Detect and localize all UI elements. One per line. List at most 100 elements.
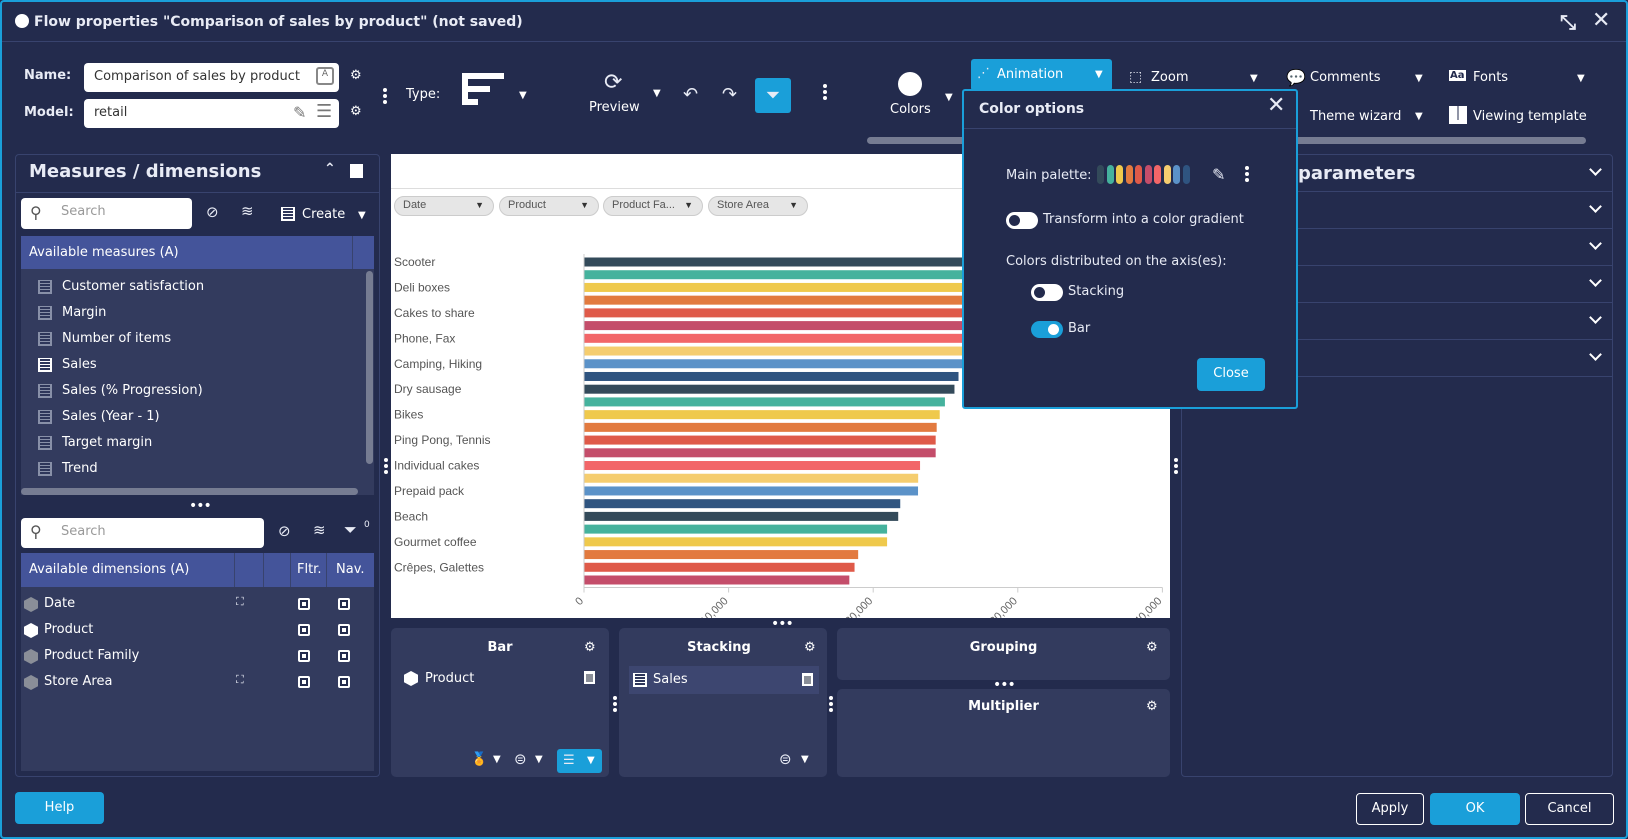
rank-dropdown-arrow[interactable]: ▼ <box>493 754 501 765</box>
bar[interactable] <box>584 435 936 445</box>
resize-handle[interactable] <box>829 696 833 714</box>
bar-zone-item[interactable]: Product <box>425 671 474 686</box>
bar-orientation-button[interactable]: ☰ ▼ <box>557 749 602 773</box>
measure-item[interactable]: Customer satisfaction <box>21 275 361 299</box>
hide-icon[interactable]: ⊘ <box>278 522 291 540</box>
help-button[interactable]: Help <box>15 792 104 824</box>
animation-dropdown-arrow[interactable]: ▼ <box>1095 69 1103 80</box>
resize-handle[interactable]: ••• <box>993 678 1016 692</box>
collapse-panel-icon[interactable] <box>350 164 363 178</box>
preview-refresh-icon[interactable]: ⟳ <box>604 70 622 95</box>
apply-button[interactable]: Apply <box>1356 793 1424 825</box>
sort-dropdown-arrow[interactable]: ▼ <box>535 754 543 765</box>
sort-dropdown-arrow[interactable]: ▼ <box>801 754 809 765</box>
bar-chart-type-icon[interactable] <box>462 73 504 105</box>
bar[interactable] <box>584 308 992 318</box>
comments-dropdown-arrow[interactable]: ▼ <box>1415 73 1423 84</box>
bar[interactable] <box>584 511 899 521</box>
dimension-item[interactable]: Store Area ⛶ <box>21 670 374 694</box>
dimension-item[interactable]: Date ⛶ <box>21 592 374 616</box>
filter-checkbox[interactable] <box>298 650 310 662</box>
hide-icon[interactable]: ⊘ <box>206 203 219 221</box>
bar[interactable] <box>584 550 859 560</box>
bar[interactable] <box>584 282 1011 292</box>
animation-button[interactable]: ⋰ Animation ▼ <box>971 59 1112 91</box>
type-dropdown-arrow[interactable]: ▼ <box>519 90 527 101</box>
measures-horizontal-scrollbar[interactable] <box>21 488 358 495</box>
minimize-icon[interactable]: ⤡ <box>1560 10 1576 34</box>
rank-icon[interactable]: 🏅 <box>471 752 487 767</box>
cancel-button[interactable]: Cancel <box>1525 793 1614 825</box>
layers-icon[interactable]: ≋ <box>313 521 326 539</box>
bar-zone-settings-icon[interactable]: ⚙ <box>584 640 596 655</box>
chevron-down-icon[interactable] <box>1589 163 1602 176</box>
resize-handle-bottom[interactable]: ••• <box>771 617 794 631</box>
measure-item[interactable]: Sales <box>21 353 361 377</box>
hierarchy-icon[interactable]: ⛶ <box>236 673 244 687</box>
resize-handle-right[interactable] <box>1174 458 1178 476</box>
fonts-button[interactable]: Fonts <box>1473 70 1508 85</box>
sort-icon[interactable]: ⊜ <box>514 750 527 768</box>
colors-dropdown-arrow[interactable]: ▼ <box>945 92 953 103</box>
resize-handle-left[interactable] <box>384 458 388 476</box>
create-dropdown-arrow[interactable]: ▼ <box>358 210 366 221</box>
popup-close-button[interactable]: Close <box>1197 358 1265 391</box>
zoom-dropdown-arrow[interactable]: ▼ <box>1250 73 1258 84</box>
measure-item[interactable]: Target margin <box>21 431 361 455</box>
bar[interactable] <box>584 461 921 471</box>
colors-icon[interactable] <box>898 72 922 96</box>
model-settings-icon[interactable]: ⚙ <box>350 104 362 119</box>
theme-wizard-button[interactable]: Theme wizard <box>1310 109 1401 124</box>
bar[interactable] <box>584 524 888 534</box>
close-window-icon[interactable]: ✕ <box>1592 8 1610 33</box>
bar[interactable] <box>584 575 850 585</box>
translate-icon[interactable]: A <box>316 67 334 85</box>
ok-button[interactable]: OK <box>1430 793 1520 825</box>
nav-checkbox[interactable] <box>338 650 350 662</box>
bar[interactable] <box>584 422 937 432</box>
viewing-template-button[interactable]: Viewing template <box>1473 109 1587 124</box>
bar[interactable] <box>584 384 955 394</box>
measure-item[interactable]: Sales (Year - 1) <box>21 405 361 429</box>
dimensions-search-input[interactable]: Search <box>21 518 264 548</box>
popup-close-icon[interactable]: ✕ <box>1267 93 1285 118</box>
name-input[interactable]: Comparison of sales by product <box>84 63 339 92</box>
chevron-down-icon[interactable] <box>1589 348 1602 361</box>
bar[interactable] <box>584 359 965 369</box>
delete-icon[interactable] <box>584 671 595 684</box>
fonts-dropdown-arrow[interactable]: ▼ <box>1577 73 1585 84</box>
theme-wizard-dropdown-arrow[interactable]: ▼ <box>1415 111 1423 122</box>
dimensions-header-label[interactable]: Available dimensions (A) <box>29 562 189 577</box>
model-list-icon[interactable]: ☰ <box>316 101 332 122</box>
bar[interactable] <box>584 333 975 343</box>
bar[interactable] <box>584 397 945 407</box>
resize-handle[interactable]: ••• <box>189 499 212 513</box>
bar[interactable] <box>584 321 984 331</box>
dimension-item[interactable]: Product <box>21 618 374 642</box>
bar[interactable] <box>584 473 919 483</box>
chevron-down-icon[interactable] <box>1589 311 1602 324</box>
dimension-item[interactable]: Product Family <box>21 644 374 668</box>
name-settings-icon[interactable]: ⚙ <box>350 68 362 83</box>
bar[interactable] <box>584 295 1001 305</box>
more-options-icon[interactable] <box>383 88 387 106</box>
create-button[interactable]: Create <box>302 207 345 222</box>
preview-button[interactable]: Preview <box>589 100 640 115</box>
bar[interactable] <box>584 499 901 509</box>
resize-handle[interactable] <box>613 696 617 714</box>
bar[interactable] <box>584 410 940 420</box>
chevron-down-icon[interactable] <box>1589 237 1602 250</box>
measure-item[interactable]: Sales (% Progression) <box>21 379 361 403</box>
gradient-toggle[interactable] <box>1006 212 1038 229</box>
edit-model-icon[interactable]: ✎ <box>293 103 306 122</box>
bar[interactable] <box>584 346 969 356</box>
bar[interactable] <box>584 537 888 547</box>
preview-dropdown-arrow[interactable]: ▼ <box>653 88 661 99</box>
bar[interactable] <box>584 371 959 381</box>
layers-icon[interactable]: ≋ <box>241 202 254 220</box>
sort-icon[interactable]: ⊜ <box>779 750 792 768</box>
bar[interactable] <box>584 562 855 572</box>
redo-icon[interactable]: ↷ <box>722 84 737 105</box>
filter-checkbox[interactable] <box>298 624 310 636</box>
measures-vertical-scrollbar[interactable] <box>366 271 373 464</box>
